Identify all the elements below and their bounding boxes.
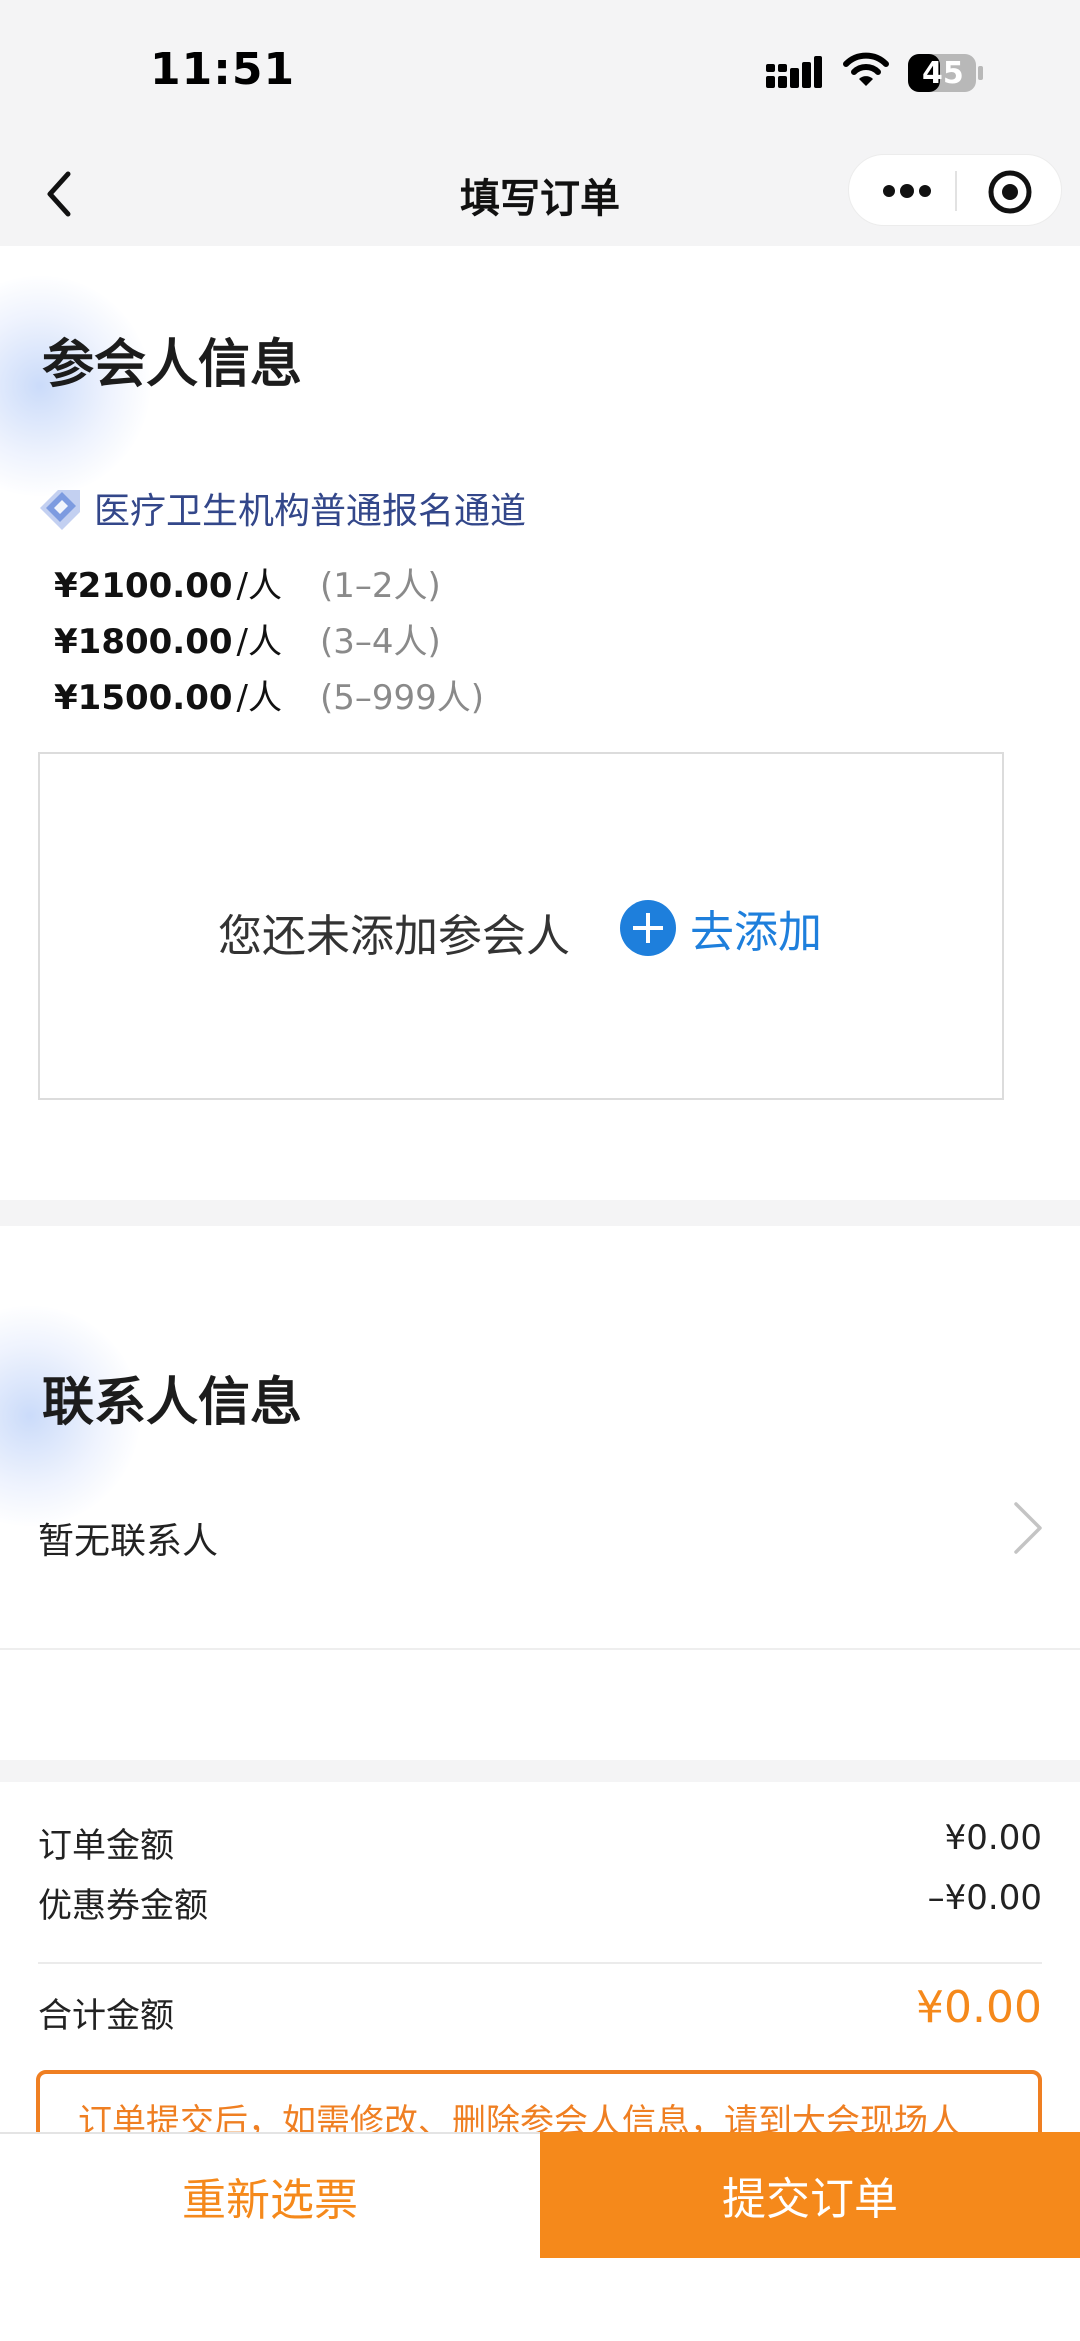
channel-name: 医疗卫生机构普通报名通道: [94, 491, 527, 532]
price-range: (5–999人): [320, 678, 485, 718]
attendee-empty-state: 您还未添加参会人 去添加: [38, 752, 1004, 1100]
bottom-action-bar: 重新选票 提交订单: [0, 2132, 1080, 2341]
close-target-icon[interactable]: [987, 169, 1033, 215]
price-amount: ¥2100.00: [54, 566, 233, 606]
price-range: (3–4人): [320, 622, 441, 662]
order-amount-label: 订单金额: [38, 1826, 174, 1866]
more-icon[interactable]: [879, 173, 935, 209]
notice-box: 订单提交后，如需修改、删除参会人信息，请到大会现场人: [36, 2070, 1042, 2132]
reselect-ticket-button[interactable]: 重新选票: [0, 2134, 540, 2258]
no-attendee-text: 您还未添加参会人: [218, 911, 570, 962]
attendee-section-title: 参会人信息: [42, 335, 303, 395]
ticket-icon: [40, 490, 80, 530]
summary-card: 订单金额 ¥0.00 优惠券金额 –¥0.00 合计金额 ¥0.00 订单提交后…: [0, 1782, 1080, 2132]
submit-order-button[interactable]: 提交订单: [540, 2132, 1080, 2258]
signal-icon: [766, 56, 822, 88]
price-unit: /人: [236, 622, 282, 662]
ticket-channel: 医疗卫生机构普通报名通道: [36, 478, 526, 538]
mini-program-capsule: [848, 154, 1062, 226]
contact-section-title: 联系人信息: [42, 1373, 303, 1433]
divider: [38, 1962, 1042, 1964]
total-amount-label: 合计金额: [38, 1996, 174, 2036]
price-unit: /人: [236, 678, 282, 718]
status-bar: 11:51 45: [0, 0, 1080, 140]
divider: [0, 1648, 1080, 1650]
add-attendee-label: 去添加: [690, 907, 822, 958]
price-amount: ¥1800.00: [54, 622, 233, 662]
coupon-amount-label: 优惠券金额: [38, 1886, 208, 1926]
chevron-right-icon[interactable]: [1008, 1496, 1048, 1560]
nav-bar: 填写订单: [0, 140, 1080, 246]
battery-level: 45: [922, 56, 964, 91]
price-unit: /人: [236, 566, 282, 606]
notice-text: 订单提交后，如需修改、删除参会人信息，请到大会现场人: [78, 2102, 962, 2132]
price-range: (1–2人): [320, 566, 441, 606]
total-amount-value: ¥0.00: [916, 1982, 1042, 2033]
add-attendee-button[interactable]: 去添加: [620, 896, 822, 960]
capsule-divider: [955, 171, 957, 211]
wifi-icon: [843, 52, 889, 86]
price-tier: ¥1500.00 /人 (5–999人): [54, 670, 484, 719]
status-time: 11:51: [150, 44, 296, 95]
contact-card: 联系人信息 暂无联系人: [0, 1226, 1080, 1760]
no-contact-text[interactable]: 暂无联系人: [38, 1512, 218, 1564]
order-amount-value: ¥0.00: [944, 1818, 1042, 1858]
price-tier: ¥1800.00 /人 (3–4人): [54, 614, 441, 663]
attendee-card: 参会人信息 医疗卫生机构普通报名通道 ¥2100.00 /人 (1–2人) ¥1…: [0, 246, 1080, 1200]
coupon-amount-value: –¥0.00: [927, 1878, 1042, 1918]
price-tier: ¥2100.00 /人 (1–2人): [54, 558, 441, 607]
plus-circle-icon: [620, 900, 676, 956]
price-amount: ¥1500.00: [54, 678, 233, 718]
